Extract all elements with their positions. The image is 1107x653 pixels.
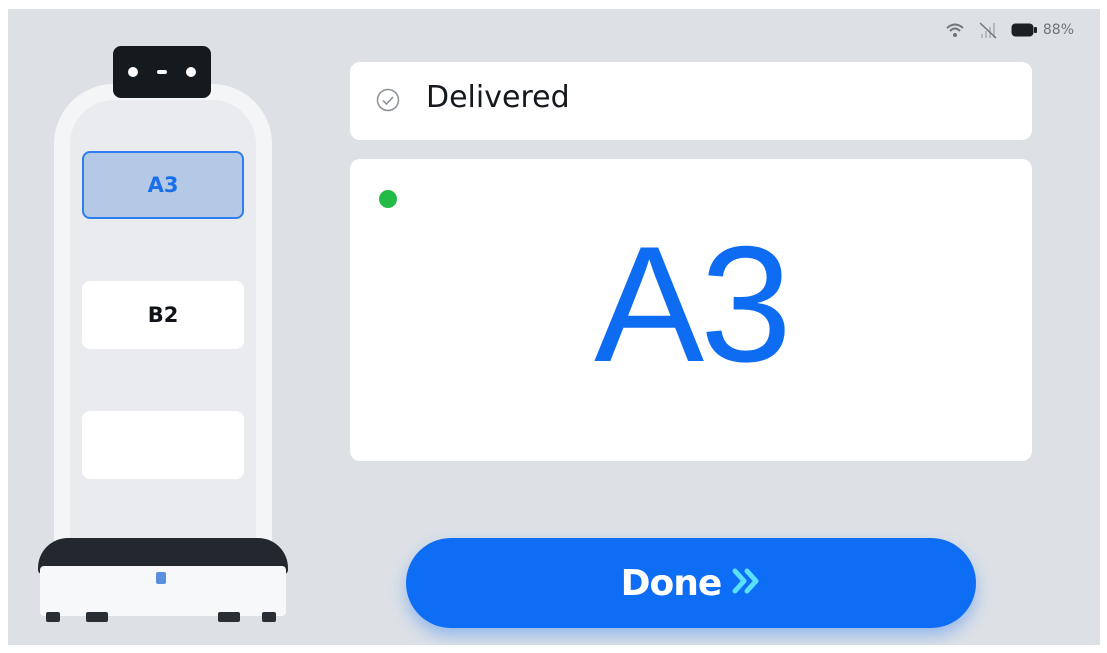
battery-percentage: 88% — [1042, 22, 1074, 38]
wheel-icon — [262, 612, 276, 622]
tray-1[interactable]: A3 — [82, 151, 244, 219]
tray-3[interactable] — [82, 411, 244, 479]
done-button[interactable]: Done — [406, 538, 976, 628]
wifi-icon — [945, 22, 965, 38]
wheel-icon — [46, 612, 60, 622]
wheel-icon — [218, 612, 240, 622]
tray-1-label: A3 — [147, 173, 179, 197]
battery-indicator: 88% — [1011, 22, 1074, 38]
delivery-status-label: Delivered — [426, 80, 570, 115]
battery-icon — [1011, 23, 1037, 37]
double-chevron-right-icon — [731, 567, 761, 599]
delivery-screen: 88% A3 B2 Delivered A3 Done — [8, 9, 1100, 645]
robot-illustration: A3 B2 — [38, 46, 288, 636]
tray-2[interactable]: B2 — [82, 281, 244, 349]
robot-logo-icon — [156, 572, 166, 584]
tray-2-label: B2 — [147, 303, 179, 327]
status-bar: 88% — [945, 21, 1074, 39]
online-status-dot — [379, 190, 397, 208]
delivery-status-card: Delivered — [350, 62, 1032, 140]
robot-face — [113, 46, 211, 98]
check-circle-icon — [376, 88, 400, 116]
done-button-label: Done — [620, 562, 723, 604]
destination-card: A3 — [350, 159, 1032, 461]
destination-table-label: A3 — [594, 212, 792, 396]
wheel-icon — [86, 612, 108, 622]
cellular-signal-icon — [979, 21, 997, 39]
